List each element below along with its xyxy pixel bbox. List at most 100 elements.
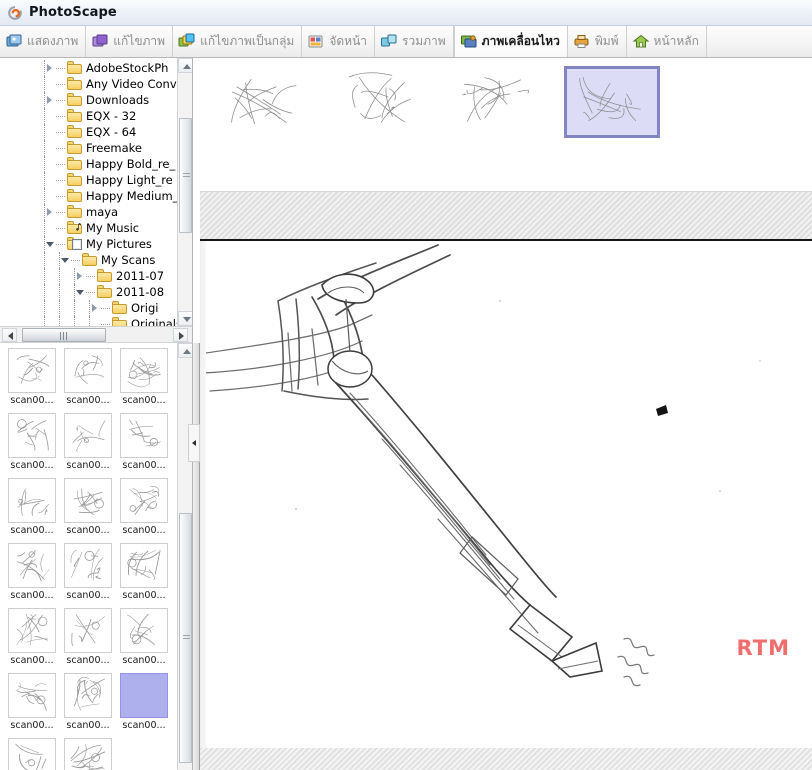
thumbnail-image[interactable]	[8, 738, 56, 770]
animation-frame[interactable]	[210, 66, 323, 138]
thumbnail-item[interactable]: scan00...	[4, 670, 60, 735]
thumbnail-image[interactable]	[64, 673, 112, 718]
thumbnail-image[interactable]	[120, 673, 168, 718]
animation-frame-strip[interactable]: (1) 0.30 วินาที(2) 0.30 วินาที(3) 0.30 ว…	[200, 58, 812, 225]
scroll-down-arrow-icon[interactable]	[178, 311, 192, 326]
thumbnail-image[interactable]	[64, 608, 112, 653]
scroll-thumb-horizontal[interactable]	[22, 328, 106, 342]
tree-item[interactable]: My Pictures	[0, 236, 192, 252]
tab-viewer[interactable]: แสดงภาพ	[0, 26, 87, 57]
thumbnail-image[interactable]	[64, 348, 112, 393]
tree-item[interactable]: Happy Medium_	[0, 188, 192, 204]
sketch-preview	[9, 544, 55, 587]
scroll-up-arrow-icon[interactable]	[178, 343, 192, 358]
thumbnail-image[interactable]	[64, 543, 112, 588]
frame-image[interactable]	[218, 66, 315, 138]
tree-item[interactable]: EQX - 32	[0, 108, 192, 124]
tree-item[interactable]: Origi	[0, 300, 192, 316]
thumbnail-item[interactable]: scan00...	[60, 410, 116, 475]
thumbnail-item[interactable]: scan00...	[4, 605, 60, 670]
tree-horizontal-scrollbar[interactable]	[0, 326, 193, 343]
frame-image[interactable]	[333, 66, 430, 138]
tab-combine[interactable]: รวมภาพ	[375, 26, 454, 57]
thumbnail-item[interactable]: scan00...	[60, 670, 116, 735]
thumbnail-image[interactable]	[64, 738, 112, 770]
frame-image[interactable]	[563, 66, 660, 138]
thumbnail-item[interactable]	[60, 735, 116, 770]
tree-item[interactable]: Originals	[0, 316, 192, 326]
tree-expand-collapse-closed-icon[interactable]	[45, 204, 56, 220]
tree-item[interactable]: Freemake	[0, 140, 192, 156]
folder-tree-panel[interactable]: AdobeStockPh Any Video Conv Downloads EQX -…	[0, 58, 193, 326]
thumbnail-image[interactable]	[120, 348, 168, 393]
preview-canvas[interactable]: RTM	[200, 241, 812, 748]
scroll-right-arrow-icon[interactable]	[173, 328, 188, 342]
thumbnail-item[interactable]: scan00...	[60, 540, 116, 605]
tree-expand-collapse-closed-icon[interactable]	[90, 300, 101, 316]
tree-vertical-scrollbar[interactable]	[177, 58, 192, 326]
thumbnail-image[interactable]	[8, 543, 56, 588]
tree-item[interactable]: EQX - 64	[0, 124, 192, 140]
tab-animated-gif[interactable]: ภาพเคลื่อนไหว	[453, 26, 568, 57]
thumbnail-item[interactable]: scan00...	[60, 345, 116, 410]
thumbnail-item[interactable]: scan00...	[116, 605, 172, 670]
tab-home[interactable]: หน้าหลัก	[627, 26, 707, 57]
thumbnail-image[interactable]	[64, 413, 112, 458]
scroll-up-arrow-icon[interactable]	[178, 58, 192, 73]
tree-item[interactable]: 2011-07	[0, 268, 192, 284]
tree-expand-collapse-closed-icon[interactable]	[45, 60, 56, 76]
tab-print[interactable]: พิมพ์	[568, 26, 627, 57]
thumbnail-vertical-scrollbar[interactable]	[177, 343, 192, 770]
tree-item[interactable]: My Music	[0, 220, 192, 236]
thumbnail-image[interactable]	[120, 478, 168, 523]
tree-expand-collapse-open-icon[interactable]	[75, 284, 86, 300]
panel-collapse-handle[interactable]	[188, 424, 200, 462]
thumbnail-image[interactable]	[8, 413, 56, 458]
thumbnail-browser[interactable]: scan00... scan00... scan00... scan00... scan…	[0, 343, 193, 770]
tree-item[interactable]: My Scans	[0, 252, 192, 268]
tree-item[interactable]: 2011-08	[0, 284, 192, 300]
thumbnail-image[interactable]	[120, 608, 168, 653]
thumbnail-item[interactable]: scan00...	[4, 540, 60, 605]
vertical-splitter[interactable]	[193, 343, 200, 770]
thumbnail-image[interactable]	[120, 543, 168, 588]
tree-expand-collapse-open-icon[interactable]	[60, 252, 71, 268]
thumbnail-image[interactable]	[64, 478, 112, 523]
thumbnail-image[interactable]	[8, 478, 56, 523]
tree-item[interactable]: AdobeStockPh	[0, 60, 192, 76]
frame-image[interactable]	[448, 66, 545, 138]
animation-frame[interactable]	[440, 66, 553, 138]
thumbnail-item[interactable]: scan00...	[116, 475, 172, 540]
thumbnail-item[interactable]: scan00...	[116, 540, 172, 605]
thumbnail-image[interactable]	[8, 673, 56, 718]
tree-expand-collapse-closed-icon[interactable]	[45, 92, 56, 108]
tree-item[interactable]: Happy Bold_re_	[0, 156, 192, 172]
thumbnail-item[interactable]	[4, 735, 60, 770]
thumbnail-item[interactable]: scan00...	[4, 410, 60, 475]
thumbnail-item[interactable]: scan00...	[116, 410, 172, 475]
tab-batch-editor[interactable]: แก้ไขภาพเป็นกลุ่ม	[173, 26, 303, 57]
thumbnail-item[interactable]: scan00...	[116, 670, 172, 735]
scroll-thumb[interactable]	[179, 118, 192, 233]
tree-expand-collapse-open-icon[interactable]	[45, 236, 56, 252]
animation-frame[interactable]	[325, 66, 438, 138]
thumbnail-item[interactable]: scan00...	[4, 345, 60, 410]
thumbnail-item[interactable]: scan00...	[60, 475, 116, 540]
tree-item[interactable]: maya	[0, 204, 192, 220]
thumbnail-image[interactable]	[120, 413, 168, 458]
scroll-thumb[interactable]	[179, 513, 192, 763]
scroll-left-arrow-icon[interactable]	[2, 328, 17, 342]
thumbnail-item[interactable]: scan00...	[60, 605, 116, 670]
tab-editor[interactable]: แก้ไขภาพ	[86, 26, 174, 57]
tree-item[interactable]: Happy Light_re	[0, 172, 192, 188]
tree-expand-collapse-closed-icon[interactable]	[75, 268, 86, 284]
thumbnail-item[interactable]: scan00...	[116, 345, 172, 410]
tree-item[interactable]: Any Video Conv	[0, 76, 192, 92]
thumbnail-image[interactable]	[8, 608, 56, 653]
thumbnail-item[interactable]: scan00...	[4, 475, 60, 540]
tree-item[interactable]: Downloads	[0, 92, 192, 108]
animation-frame[interactable]	[555, 66, 668, 138]
thumbnail-image[interactable]	[8, 348, 56, 393]
animation-toolbar[interactable]	[200, 191, 812, 239]
tab-page-layout[interactable]: จัดหน้า	[302, 26, 376, 57]
